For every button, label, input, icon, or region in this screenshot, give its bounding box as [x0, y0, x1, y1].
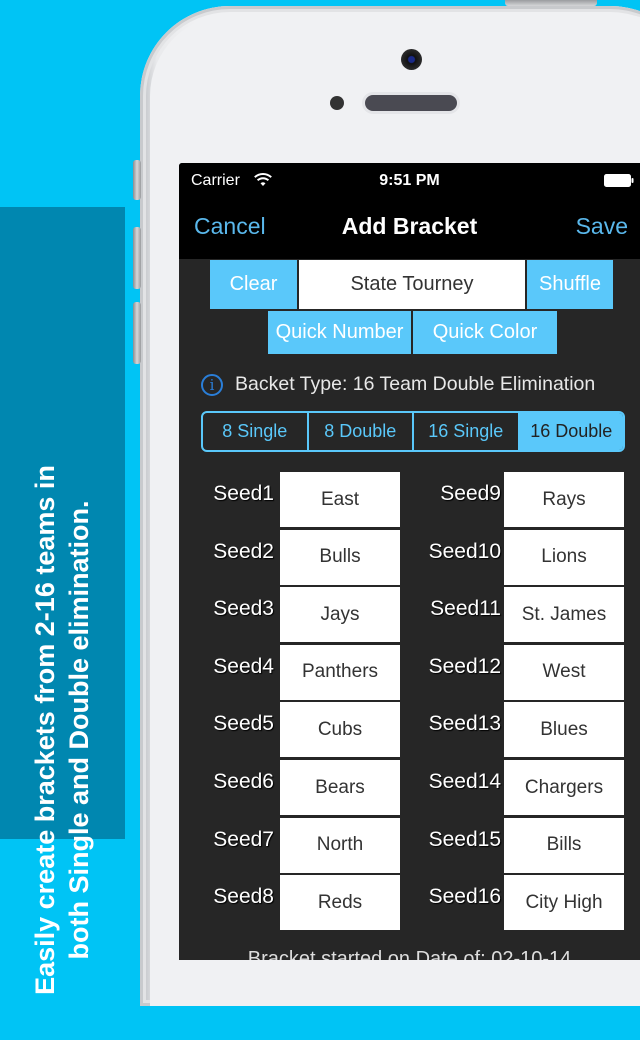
seed-team-input[interactable] [504, 529, 624, 585]
bracket-type-label: Backet Type: 16 Team Double Elimination [235, 373, 596, 395]
seed-label: Seed5 [213, 712, 274, 736]
status-time: 9:51 PM [379, 172, 440, 189]
seed-label: Seed7 [213, 827, 274, 851]
seed-team-input[interactable] [280, 875, 400, 931]
volume-down-button [133, 302, 141, 364]
quick-number-button[interactable]: Quick Number [268, 311, 411, 354]
seed-label: Seed8 [213, 885, 274, 909]
seed-label: Seed16 [428, 885, 501, 909]
seed-team-input[interactable] [280, 472, 400, 527]
bracket-start-date: Bracket started on Date of: 02-10-14 [247, 948, 572, 960]
seed-label: Seed15 [428, 827, 501, 851]
shuffle-button[interactable]: Shuffle [527, 260, 613, 309]
bracket-type-row: i Backet Type: 16 Team Double Eliminatio… [201, 373, 595, 396]
info-icon[interactable]: i [201, 373, 223, 396]
navigation-bar: Carrier 9:51 PM Cancel Add Bracket Save [179, 163, 640, 259]
promo-text: Easily create brackets from 2-16 teams i… [28, 420, 96, 1040]
cancel-button[interactable]: Cancel [194, 213, 266, 240]
bracket-type-selector: 8 Single 8 Double 16 Single 16 Double [201, 411, 625, 452]
seed-team-input[interactable] [280, 644, 400, 700]
seed-label: Seed14 [428, 770, 501, 793]
seed-team-input[interactable] [504, 702, 624, 758]
seed-team-input[interactable] [280, 529, 400, 585]
seed-label: Seed9 [440, 482, 501, 505]
volume-up-button [133, 227, 141, 289]
seed-team-input[interactable] [504, 817, 624, 873]
front-camera [401, 49, 422, 70]
mute-switch [133, 160, 141, 200]
promo-panel: Easily create brackets from 2-16 teams i… [0, 207, 125, 995]
segment-16-single[interactable]: 16 Single [414, 413, 520, 450]
bracket-name-input[interactable] [299, 260, 525, 309]
segment-16-double[interactable]: 16 Double [519, 413, 623, 450]
seed-label: Seed11 [430, 597, 501, 621]
seed-team-input[interactable] [280, 817, 400, 873]
seed-label: Seed6 [213, 770, 274, 793]
seed-team-input[interactable] [280, 702, 400, 758]
seed-label: Seed10 [428, 539, 501, 563]
seed-label: Seed2 [213, 539, 274, 563]
segment-8-single[interactable]: 8 Single [203, 413, 309, 450]
seed-team-input[interactable] [280, 760, 400, 815]
save-button[interactable]: Save [576, 213, 628, 240]
seed-label: Seed13 [428, 712, 501, 736]
seed-label: Seed12 [428, 654, 501, 678]
proximity-sensor [330, 96, 344, 110]
segment-8-double[interactable]: 8 Double [309, 413, 414, 450]
earpiece-speaker [365, 95, 457, 111]
promo-line-1: Easily create brackets from 2-16 teams i… [30, 465, 60, 995]
app-screen: Carrier 9:51 PM Cancel Add Bracket Save … [179, 163, 640, 960]
seed-label: Seed4 [213, 654, 274, 678]
promo-line-2: both Single and Double elimination. [64, 500, 94, 960]
seed-team-input[interactable] [504, 644, 624, 700]
seed-team-input[interactable] [504, 875, 624, 931]
quick-color-button[interactable]: Quick Color [413, 311, 557, 354]
seed-label: Seed3 [213, 597, 274, 621]
clear-button[interactable]: Clear [210, 260, 297, 309]
seed-team-input[interactable] [504, 472, 624, 527]
seed-label: Seed1 [213, 482, 274, 505]
seed-team-input[interactable] [280, 587, 400, 643]
seed-team-input[interactable] [504, 760, 624, 815]
seed-team-input[interactable] [504, 587, 624, 643]
power-button [505, 0, 597, 6]
battery-icon [604, 174, 634, 187]
